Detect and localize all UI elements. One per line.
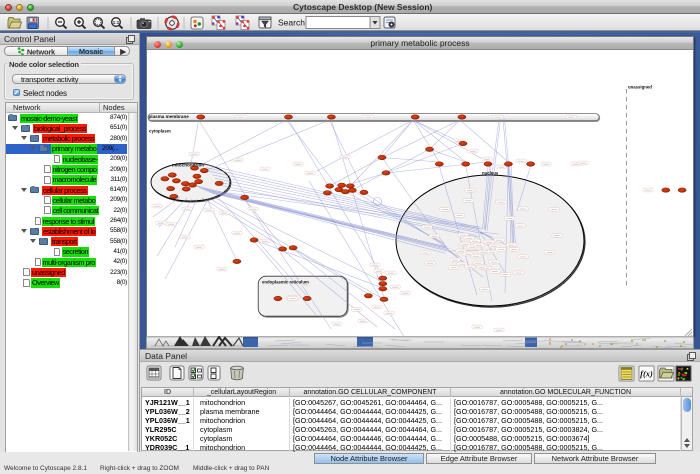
svg-text:unassigned: unassigned (628, 85, 652, 90)
svg-text:nucleus: nucleus (482, 171, 499, 176)
svg-text:plasma membrane: plasma membrane (149, 114, 190, 119)
svg-text:Search:: Search: (278, 18, 307, 28)
svg-text:endoplasmic reticulum: endoplasmic reticulum (262, 279, 309, 284)
svg-text:f(x): f(x) (640, 369, 653, 379)
svg-text:mitochondrion: mitochondrion (172, 163, 204, 168)
svg-text:1:1: 1:1 (113, 20, 120, 25)
svg-text:cytoplasm: cytoplasm (149, 129, 171, 134)
